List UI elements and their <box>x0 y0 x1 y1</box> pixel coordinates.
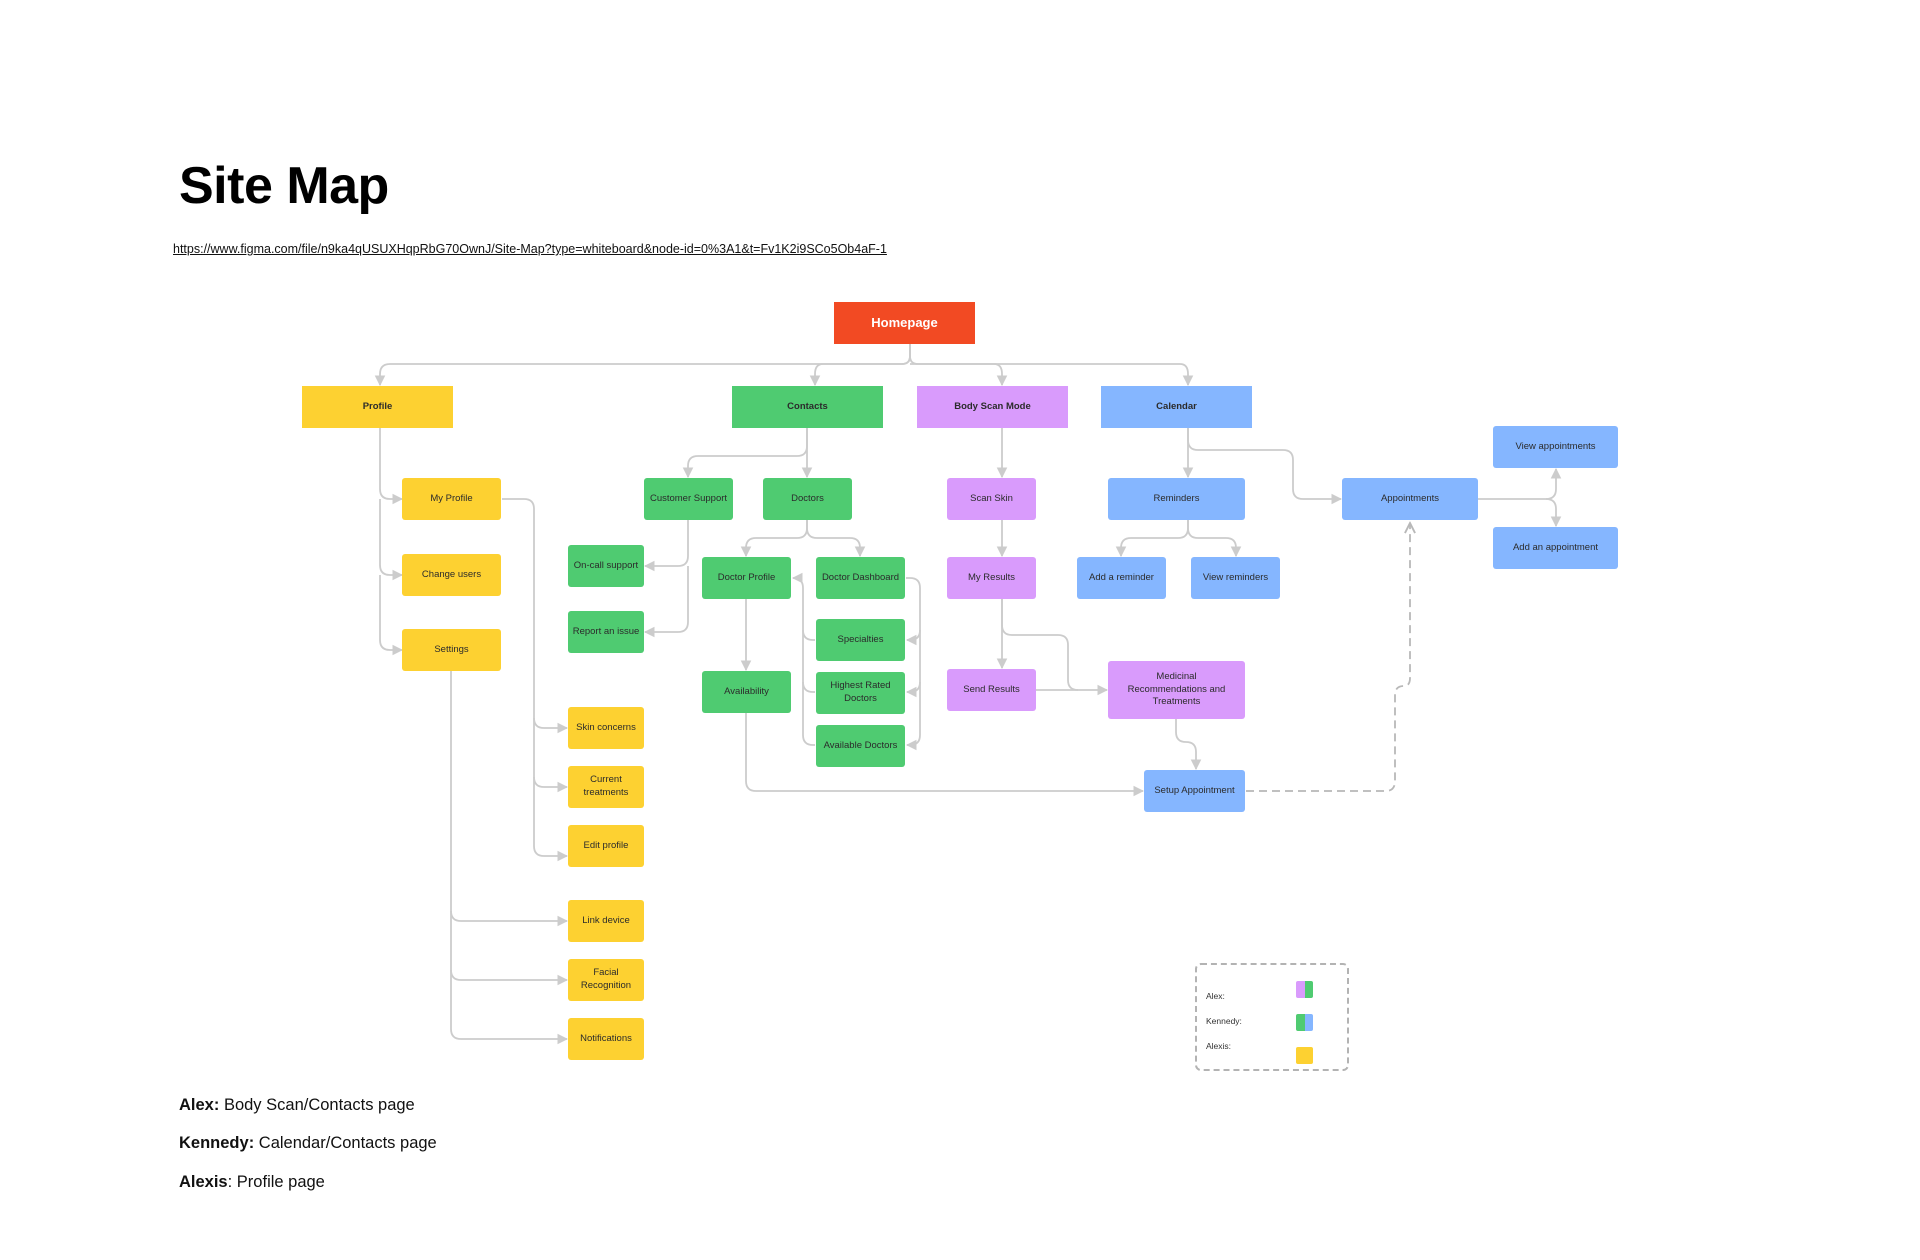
edge-left-spec <box>802 629 815 641</box>
node-view-reminders[interactable]: View reminders <box>1191 557 1280 599</box>
edge-contacts-support <box>682 428 808 479</box>
edge-settings-link <box>450 910 569 927</box>
edge-support-oncall <box>643 520 689 572</box>
legend-swatch-alex <box>1296 981 1313 998</box>
edge-medicinal-setup <box>1175 719 1202 771</box>
node-doctors[interactable]: Doctors <box>763 478 852 520</box>
swatch-color <box>1304 1014 1313 1031</box>
node-contacts[interactable]: Contacts <box>732 386 883 428</box>
node-edit-profile[interactable]: Edit profile <box>568 825 644 867</box>
swatch-color <box>1296 1014 1305 1031</box>
edge-profile-settings <box>379 575 404 656</box>
node-calendar[interactable]: Calendar <box>1101 386 1252 428</box>
legend-label-kennedy: Kennedy: <box>1206 1016 1242 1026</box>
legend-label-alexis: Alexis: <box>1206 1041 1232 1051</box>
note-name: Alexis <box>179 1173 228 1191</box>
swatch-color <box>1296 1047 1313 1064</box>
legend-swatch-kennedy <box>1296 1014 1313 1031</box>
legend-label-alex: Alex: <box>1206 991 1225 1001</box>
node-appointments[interactable]: Appointments <box>1342 478 1478 520</box>
swatch-color <box>1296 981 1305 998</box>
node-reminders[interactable]: Reminders <box>1108 478 1245 520</box>
node-facial-recognition[interactable]: Facial Recognition <box>568 959 644 1001</box>
node-add-an-appointment[interactable]: Add an appointment <box>1493 527 1618 569</box>
edge-myprofile-trunk <box>502 498 569 862</box>
node-skin-concerns[interactable]: Skin concerns <box>568 707 644 749</box>
node-my-profile[interactable]: My Profile <box>402 478 501 520</box>
node-add-a-reminder[interactable]: Add a reminder <box>1077 557 1166 599</box>
edge-doctors-dashboard <box>806 520 866 558</box>
note-text: Body Scan/Contacts page <box>219 1096 415 1114</box>
edge-myprofile-skin <box>533 717 569 734</box>
note-name: Alex <box>179 1096 214 1114</box>
node-my-results[interactable]: My Results <box>947 557 1036 599</box>
node-notifications[interactable]: Notifications <box>568 1018 644 1060</box>
connectors <box>374 344 1562 1045</box>
edge-doctors-profile <box>740 520 808 558</box>
node-profile[interactable]: Profile <box>302 386 453 428</box>
node-report-an-issue[interactable]: Report an issue <box>568 611 644 653</box>
node-body-scan-mode[interactable]: Body Scan Mode <box>917 386 1068 428</box>
node-send-results[interactable]: Send Results <box>947 669 1036 711</box>
node-setup-appointment[interactable]: Setup Appointment <box>1144 770 1245 812</box>
edge-settings-trunk <box>450 671 569 1045</box>
swatch-color <box>1304 981 1313 998</box>
node-settings[interactable]: Settings <box>402 629 501 671</box>
node-available-doctors[interactable]: Available Doctors <box>816 725 905 767</box>
note-alex: Alex: Body Scan/Contacts page <box>179 1096 415 1115</box>
edge-appointments-view <box>1478 467 1562 500</box>
edge-profile-myprofile <box>379 428 404 505</box>
edge-right-high <box>905 681 921 698</box>
edge-home-calendar <box>910 363 1194 387</box>
node-doctor-dashboard[interactable]: Doctor Dashboard <box>816 557 905 599</box>
note-name: Kennedy <box>179 1134 249 1152</box>
node-link-device[interactable]: Link device <box>568 900 644 942</box>
note-text: Calendar/Contacts page <box>254 1134 437 1152</box>
edge-myprofile-treat <box>533 776 569 793</box>
note-alexis: Alexis: Profile page <box>179 1173 325 1192</box>
edge-availability-setup <box>745 713 1145 797</box>
edge-reminders-view <box>1187 520 1242 558</box>
node-change-users[interactable]: Change users <box>402 554 501 596</box>
node-specialties[interactable]: Specialties <box>816 619 905 661</box>
node-view-appointments[interactable]: View appointments <box>1493 426 1618 468</box>
edge-right-spec <box>905 629 921 646</box>
edge-left-bracket <box>791 572 815 746</box>
edge-reminders-add <box>1115 520 1189 558</box>
edge-right-bracket <box>905 577 921 751</box>
legend-swatch-alexis <box>1296 1047 1313 1064</box>
note-kennedy: Kennedy: Calendar/Contacts page <box>179 1134 437 1153</box>
node-current-treatments[interactable]: Current treatments <box>568 766 644 808</box>
node-on-call-support[interactable]: On-call support <box>568 545 644 587</box>
edge-profile-changeusers <box>379 499 404 581</box>
note-text: Profile page <box>232 1173 325 1191</box>
node-highest-rated-doctors[interactable]: Highest Rated Doctors <box>816 672 905 714</box>
node-homepage[interactable]: Homepage <box>834 302 975 344</box>
node-doctor-profile[interactable]: Doctor Profile <box>702 557 791 599</box>
node-customer-support[interactable]: Customer Support <box>644 478 733 520</box>
edge-settings-facial <box>450 969 569 986</box>
node-scan-skin[interactable]: Scan Skin <box>947 478 1036 520</box>
legend: Alex: Kennedy: Alexis: <box>1195 963 1349 1071</box>
edge-home-contacts <box>809 344 911 387</box>
node-medicinal-recommendations[interactable]: Medicinal Recommendations and Treatments <box>1108 661 1245 719</box>
node-availability[interactable]: Availability <box>702 671 791 713</box>
edge-left-high <box>802 681 815 693</box>
edge-appointments-add <box>1545 498 1562 528</box>
edge-support-report <box>643 566 689 638</box>
